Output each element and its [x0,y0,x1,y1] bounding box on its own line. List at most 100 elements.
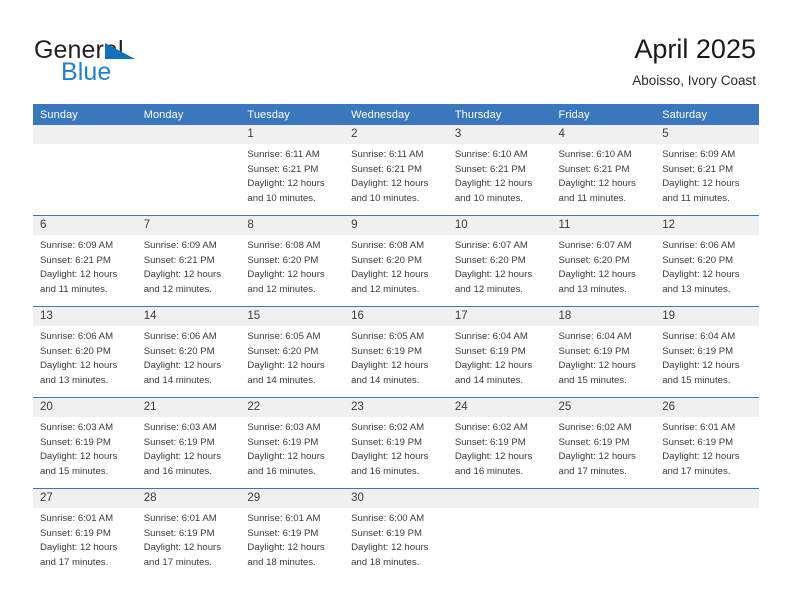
calendar-day-cell[interactable]: 20 Sunrise: 6:03 AM Sunset: 6:19 PM Dayligh… [33,397,137,489]
day-detail-line: Sunrise: 6:00 AM [351,513,425,524]
day-detail-line: Sunset: 6:19 PM [143,527,215,539]
calendar-day-cell[interactable]: 27 Sunrise: 6:01 AM Sunset: 6:19 PM Dayligh… [33,488,137,579]
day-number: 22 [240,398,345,417]
calendar-day-cell[interactable]: 18 Sunrise: 6:04 AM Sunset: 6:19 PM Dayligh… [551,306,656,398]
day-detail-line: Sunset: 6:20 PM [247,345,319,357]
day-number [551,489,656,508]
calendar-body: 1 Sunrise: 6:11 AM Sunset: 6:21 PM Daylight… [33,125,759,579]
calendar-day-cell[interactable]: 26 Sunrise: 6:01 AM Sunset: 6:19 PM Dayligh… [655,397,759,489]
calendar-day-cell[interactable]: 19 Sunrise: 6:04 AM Sunset: 6:19 PM Dayligh… [655,306,759,398]
calendar-day-cell[interactable]: 22 Sunrise: 6:03 AM Sunset: 6:19 PM Dayligh… [240,397,345,489]
day-number: 25 [551,398,656,417]
day-detail-line: Sunset: 6:19 PM [247,436,319,448]
calendar-day-cell[interactable]: 6 Sunrise: 6:09 AM Sunset: 6:21 PM Daylight… [33,215,137,307]
day-detail-line: Sunrise: 6:01 AM [247,513,321,524]
calendar-day-cell[interactable]: 21 Sunrise: 6:03 AM Sunset: 6:19 PM Dayligh… [136,397,241,489]
day-detail-line: Sunrise: 6:02 AM [558,422,632,433]
day-detail-line: and 14 minutes. [247,374,316,386]
day-detail-line: Sunset: 6:21 PM [247,163,319,175]
day-detail-line: Daylight: 12 hours [454,269,533,281]
day-detail-lines: Sunrise: 6:02 AM Sunset: 6:19 PM Daylight:… [552,417,656,479]
day-detail-line: Sunrise: 6:04 AM [454,331,528,342]
day-detail-line: and 16 minutes. [247,465,316,477]
day-detail-line: Daylight: 12 hours [40,451,118,463]
day-detail-line: Sunset: 6:20 PM [40,345,111,357]
day-detail-lines: Sunrise: 6:11 AM Sunset: 6:21 PM Daylight:… [240,144,344,206]
calendar-day-cell[interactable]: 5 Sunrise: 6:09 AM Sunset: 6:21 PM Daylight… [655,125,759,216]
day-detail-line: Sunset: 6:21 PM [40,254,111,266]
weekday-header-thursday: Thursday [447,104,552,125]
day-detail-line: Sunrise: 6:10 AM [454,149,528,160]
day-detail-line: Daylight: 12 hours [662,451,740,463]
day-detail-line: Sunrise: 6:03 AM [40,422,114,433]
calendar-day-cell[interactable]: 17 Sunrise: 6:04 AM Sunset: 6:19 PM Dayligh… [447,306,552,398]
calendar-day-cell[interactable]: 10 Sunrise: 6:07 AM Sunset: 6:20 PM Dayligh… [447,215,552,307]
weekday-header-wednesday: Wednesday [344,104,448,125]
day-detail-lines: Sunrise: 6:05 AM Sunset: 6:20 PM Daylight:… [240,326,344,388]
calendar-day-cell[interactable]: 2 Sunrise: 6:11 AM Sunset: 6:21 PM Daylight… [344,125,448,216]
day-detail-line: and 16 minutes. [351,465,420,477]
day-detail-line: and 10 minutes. [454,192,524,204]
day-detail-line: Sunrise: 6:09 AM [662,149,736,160]
day-number: 23 [344,398,448,417]
day-number: 29 [240,489,345,508]
day-detail-line: Sunset: 6:19 PM [558,436,630,448]
calendar-day-cell[interactable]: 11 Sunrise: 6:07 AM Sunset: 6:20 PM Dayligh… [551,215,656,307]
day-detail-line: Sunrise: 6:07 AM [558,240,632,251]
day-number: 28 [136,489,241,508]
day-detail-line: and 13 minutes. [558,283,627,295]
calendar-day-cell[interactable]: 16 Sunrise: 6:05 AM Sunset: 6:19 PM Dayligh… [344,306,448,398]
calendar-day-cell[interactable]: 13 Sunrise: 6:06 AM Sunset: 6:20 PM Dayligh… [33,306,137,398]
calendar-day-cell[interactable]: 28 Sunrise: 6:01 AM Sunset: 6:19 PM Dayligh… [136,488,241,579]
day-detail-line: and 17 minutes. [40,556,109,568]
calendar-day-cell[interactable]: 9 Sunrise: 6:08 AM Sunset: 6:20 PM Daylight… [344,215,448,307]
day-detail-line: and 14 minutes. [143,374,212,386]
day-number: 19 [655,307,759,326]
calendar-table: Sunday Monday Tuesday Wednesday Thursday Frid… [33,104,759,579]
day-detail-line: Sunrise: 6:01 AM [143,513,217,524]
calendar-day-cell[interactable]: 1 Sunrise: 6:11 AM Sunset: 6:21 PM Daylight… [240,125,345,216]
day-detail-line: Sunrise: 6:06 AM [662,240,736,251]
calendar-day-cell[interactable]: 24 Sunrise: 6:02 AM Sunset: 6:19 PM Dayligh… [447,397,552,489]
day-detail-line: Sunset: 6:21 PM [454,163,526,175]
day-detail-line: Sunset: 6:21 PM [558,163,630,175]
day-detail-line: Sunset: 6:20 PM [351,254,423,266]
day-detail-line: Sunset: 6:19 PM [662,436,734,448]
calendar-day-cell[interactable]: 29 Sunrise: 6:01 AM Sunset: 6:19 PM Dayligh… [240,488,345,579]
calendar-day-cell[interactable]: 8 Sunrise: 6:08 AM Sunset: 6:20 PM Daylight… [240,215,345,307]
calendar-day-cell[interactable]: 4 Sunrise: 6:10 AM Sunset: 6:21 PM Daylight… [551,125,656,216]
day-detail-line: Daylight: 12 hours [351,178,429,190]
day-number: 1 [240,125,345,144]
day-detail-line: Sunrise: 6:08 AM [247,240,321,251]
day-detail-line: Daylight: 12 hours [454,360,533,372]
day-detail-lines: Sunrise: 6:01 AM Sunset: 6:19 PM Daylight:… [655,417,759,479]
day-detail-line: Daylight: 12 hours [40,360,118,372]
day-number: 20 [33,398,137,417]
day-detail-line: Daylight: 12 hours [143,542,222,554]
day-number: 6 [33,216,137,235]
day-detail-lines: Sunrise: 6:07 AM Sunset: 6:20 PM Daylight:… [448,235,552,297]
calendar-day-cell[interactable]: 15 Sunrise: 6:05 AM Sunset: 6:20 PM Dayligh… [240,306,345,398]
logo-triangle-icon [105,43,135,59]
calendar-day-cell[interactable]: 7 Sunrise: 6:09 AM Sunset: 6:21 PM Daylight… [136,215,241,307]
calendar-day-cell[interactable]: 3 Sunrise: 6:10 AM Sunset: 6:21 PM Daylight… [447,125,552,216]
day-detail-line: Sunrise: 6:09 AM [40,240,114,251]
day-detail-lines: Sunrise: 6:04 AM Sunset: 6:19 PM Daylight:… [655,326,759,388]
calendar-day-cell[interactable]: 23 Sunrise: 6:02 AM Sunset: 6:19 PM Dayligh… [344,397,448,489]
day-detail-line: Sunrise: 6:09 AM [143,240,217,251]
calendar-day-cell[interactable]: 14 Sunrise: 6:06 AM Sunset: 6:20 PM Dayligh… [136,306,241,398]
day-detail-lines: Sunrise: 6:01 AM Sunset: 6:19 PM Daylight:… [33,508,137,570]
calendar-day-cell[interactable]: 30 Sunrise: 6:00 AM Sunset: 6:19 PM Dayligh… [344,488,448,579]
day-detail-line: and 12 minutes. [351,283,420,295]
calendar-day-cell[interactable]: 12 Sunrise: 6:06 AM Sunset: 6:20 PM Dayligh… [655,215,759,307]
day-detail-line: and 14 minutes. [454,374,524,386]
calendar-day-cell-empty [447,488,552,579]
day-number: 2 [344,125,448,144]
day-number: 17 [447,307,552,326]
calendar-day-cell[interactable]: 25 Sunrise: 6:02 AM Sunset: 6:19 PM Dayligh… [551,397,656,489]
day-detail-line: and 18 minutes. [247,556,316,568]
day-detail-line: and 16 minutes. [143,465,212,477]
day-detail-line: Daylight: 12 hours [454,451,533,463]
day-detail-line: Sunrise: 6:01 AM [40,513,114,524]
day-number: 24 [447,398,552,417]
